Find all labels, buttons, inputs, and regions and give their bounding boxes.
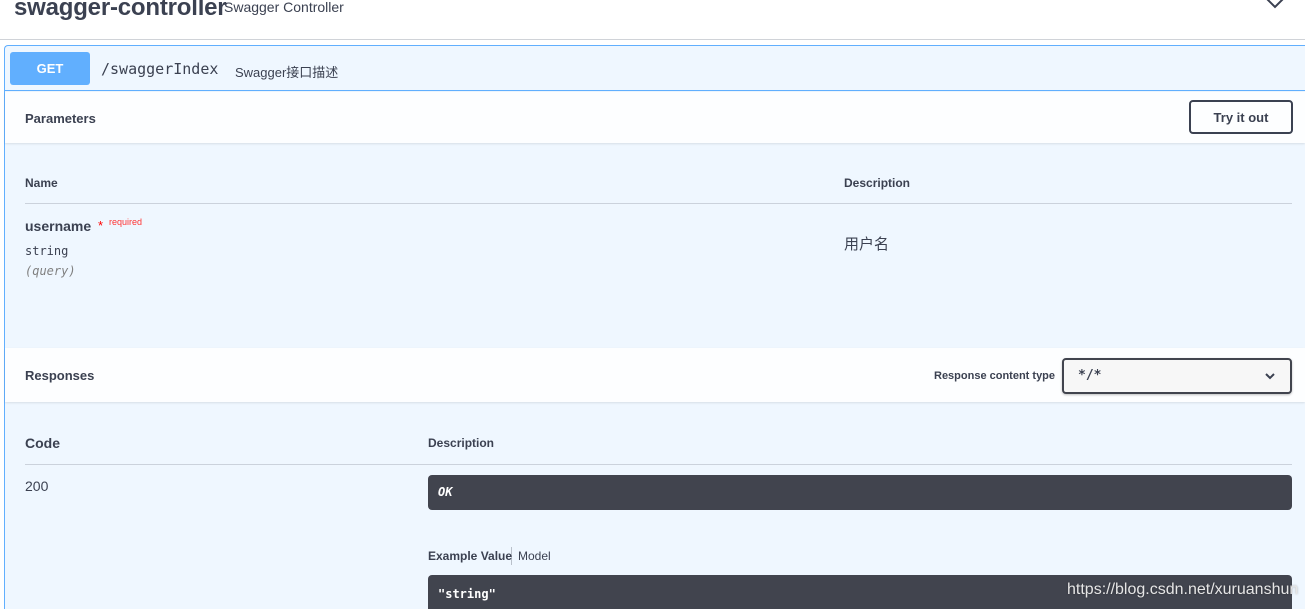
tag-name: swagger-controller	[14, 0, 227, 21]
responses-header: Responses Response content type */*	[5, 348, 1305, 402]
param-col-name: Name	[25, 176, 58, 190]
param-header-divider	[25, 203, 1292, 204]
response-col-description: Description	[428, 436, 495, 450]
operation-summary-text: Swagger接口描述	[235, 65, 339, 80]
response-col-code: Code	[25, 435, 60, 451]
chevron-down-icon[interactable]	[1265, 0, 1285, 12]
param-col-description: Description	[844, 176, 911, 190]
model-tab[interactable]: Model	[518, 549, 551, 563]
param-description: 用户名	[844, 236, 890, 253]
param-name: username	[25, 218, 92, 234]
response-content-type-value: */*	[1078, 368, 1102, 383]
tag-header[interactable]: swagger-controller Swagger Controller	[0, 0, 1305, 40]
responses-title: Responses	[25, 368, 95, 383]
response-description-block: OK	[428, 475, 1292, 510]
operation-summary[interactable]: GET /swaggerIndex Swagger接口描述	[5, 46, 1305, 91]
param-location: (query)	[25, 264, 76, 278]
parameters-title: Parameters	[25, 111, 96, 126]
parameters-header: Parameters Try it out	[5, 92, 1305, 143]
swagger-ui-page: swagger-controller Swagger Controller GE…	[0, 0, 1305, 609]
example-value: "string"	[438, 587, 496, 601]
example-value-tab[interactable]: Example Value	[428, 549, 512, 563]
try-it-out-button[interactable]: Try it out	[1189, 100, 1293, 134]
operation-block: GET /swaggerIndex Swagger接口描述 Parameters…	[4, 45, 1305, 609]
method-badge: GET	[10, 52, 90, 85]
param-type: string	[25, 244, 69, 258]
response-code: 200	[25, 478, 49, 494]
operation-path: /swaggerIndex	[101, 60, 219, 78]
watermark: https://blog.csdn.net/xuruanshun	[1067, 581, 1299, 598]
response-header-divider	[25, 464, 1292, 465]
response-content-type-select[interactable]: */*	[1062, 358, 1292, 394]
response-content-type-label: Response content type	[934, 370, 1056, 382]
chevron-down-icon	[1265, 373, 1275, 380]
required-star: *	[98, 218, 104, 233]
tab-divider	[511, 547, 512, 565]
tag-description: Swagger Controller	[224, 0, 344, 15]
response-description: OK	[438, 485, 453, 499]
required-label: required	[109, 217, 143, 227]
